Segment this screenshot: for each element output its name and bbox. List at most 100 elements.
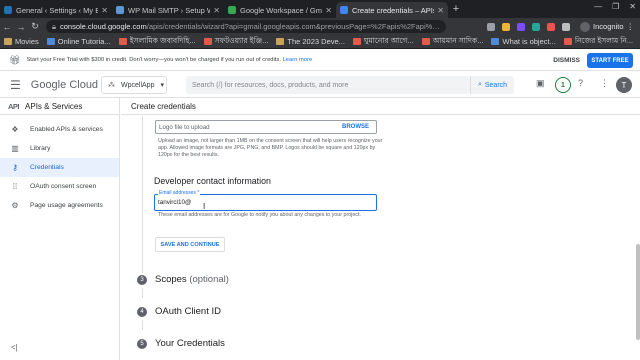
page-title: Create credentials (121, 98, 640, 115)
extension-icon[interactable] (562, 22, 570, 31)
search-input[interactable]: Search (/) for resources, docs, products… (186, 76, 470, 94)
step-connector (142, 116, 143, 273)
gift-icon: 🎁︎ (9, 54, 21, 65)
start-free-button[interactable]: START FREE (587, 53, 633, 68)
email-field[interactable]: Email addresses * tanvircl10@ (154, 190, 377, 211)
bookmark-item[interactable]: ইসলামিক জবাবদিহি... (118, 36, 196, 48)
browser-tab[interactable]: Google Workspace / Gma… ✕ (224, 2, 336, 18)
address-bar: ← → ↻ 🔒︎ console.cloud.google.com /apis/… (0, 18, 640, 35)
extension-icon[interactable] (547, 22, 555, 31)
bookmark-item[interactable]: নিজের ইসলাম নি... (563, 36, 633, 48)
diamond-icon: ❖ (11, 125, 19, 134)
browser-tab-active[interactable]: Create credentials – APIs… ✕ (336, 2, 448, 18)
extension-icon[interactable] (517, 22, 525, 31)
sidebar-item-oauth-consent[interactable]: ⁞⁞ OAuth consent screen (0, 177, 119, 196)
learn-more-link[interactable]: Learn more (283, 57, 313, 63)
free-trial-banner: 🎁︎ Start your Free Trial with $300 in cr… (0, 50, 640, 71)
browse-button[interactable]: BROWSE (342, 124, 369, 130)
cloud-shell-icon[interactable]: ▣ (536, 78, 545, 89)
section-title: Developer contact information (154, 176, 271, 186)
sidebar-item-library[interactable]: ▥ Library (0, 139, 119, 158)
step-number: 3 (137, 274, 147, 285)
search-icon: ⌕ (477, 81, 482, 88)
search-button[interactable]: ⌕ Search (470, 76, 514, 94)
bookmark-item[interactable]: Movies (4, 37, 39, 46)
scrollbar[interactable] (636, 244, 640, 340)
sidebar-title: APIs & Services (25, 101, 83, 111)
bookmark-item[interactable]: Online Tutoria... (46, 37, 111, 46)
more-icon[interactable]: ⋮ (627, 22, 635, 31)
avatar[interactable]: T (616, 77, 632, 93)
extension-icon[interactable] (487, 22, 495, 31)
settings-icon: ⚙ (11, 201, 19, 210)
project-selector[interactable]: ⁂ WpcellApp ▾ (101, 76, 167, 94)
sidebar-item-credentials[interactable]: ⚷ Credentials (0, 158, 119, 177)
extension-icon[interactable] (532, 22, 540, 31)
consent-icon: ⁞⁞ (12, 182, 18, 191)
youtube-icon (563, 38, 572, 45)
step-connector (142, 288, 143, 298)
bookmark-icon (276, 38, 285, 45)
close-tab-icon[interactable]: ✕ (101, 6, 108, 15)
key-icon: ⚷ (12, 163, 18, 172)
step-oauth-client-id[interactable]: 4 OAuth Client ID (137, 306, 221, 317)
browser-tab[interactable]: General ‹ Settings ‹ My Bl… ✕ (0, 2, 112, 18)
bookmark-item[interactable]: What is object... (491, 37, 556, 46)
url-path: /apis/credentials/wizard?api=gmail.googl… (146, 22, 440, 31)
sidebar-item-enabled-apis[interactable]: ❖ Enabled APIs & services (0, 120, 119, 139)
banner-text: Start your Free Trial with $300 in credi… (26, 57, 313, 63)
lock-icon: 🔒︎ (52, 21, 56, 31)
chevron-down-icon: ▾ (160, 82, 164, 89)
browser-tab[interactable]: WP Mail SMTP › Setup Wi… ✕ (112, 2, 224, 18)
step-scopes[interactable]: 3 Scopes (optional) (137, 274, 229, 285)
collapse-sidebar-icon[interactable]: <| (11, 343, 18, 352)
email-help-text: These email addresses are for Google to … (158, 212, 361, 218)
project-icon: ⁂ (108, 82, 115, 89)
google-cloud-logo[interactable]: Google Cloud (31, 79, 98, 91)
close-tab-icon[interactable]: ✕ (213, 6, 220, 15)
close-window-icon[interactable]: ✕ (629, 2, 636, 11)
email-field-label: Email addresses * (158, 190, 201, 196)
wordpress-favicon-icon (4, 6, 12, 14)
url-input[interactable]: 🔒︎ console.cloud.google.com /apis/creden… (46, 20, 446, 33)
sidebar: API APIs & Services ❖ Enabled APIs & ser… (0, 98, 120, 360)
bookmark-item[interactable]: The 2023 Deve... (276, 37, 345, 46)
help-icon[interactable]: ? (578, 78, 583, 88)
incognito-indicator[interactable]: Incognito ⋮ (580, 21, 635, 32)
folder-icon (4, 38, 12, 45)
smtp-favicon-icon (116, 6, 124, 14)
bookmarks-bar: Movies Online Tutoria... ইসলামিক জবাবদিহ… (0, 35, 640, 49)
extension-icon[interactable] (502, 22, 510, 31)
logo-help-text: Upload an image, not larger than 1MB on … (158, 138, 383, 158)
sidebar-item-page-usage[interactable]: ⚙ Page usage agreements (0, 196, 119, 215)
more-options-icon[interactable]: ⋮ (600, 78, 609, 89)
step-connector (142, 320, 143, 330)
close-tab-icon[interactable]: ✕ (325, 6, 332, 15)
youtube-icon (421, 38, 430, 45)
dismiss-button[interactable]: DISMISS (553, 57, 580, 64)
console-header: ☰ Google Cloud ⁂ WpcellApp ▾ Search (/) … (0, 72, 640, 98)
forward-icon[interactable]: → (14, 22, 28, 32)
new-tab-button[interactable]: + (448, 3, 464, 15)
notifications-badge[interactable]: 1 (555, 77, 571, 93)
back-icon[interactable]: ← (0, 22, 14, 32)
incognito-icon (580, 21, 591, 32)
minimize-icon[interactable]: — (594, 2, 602, 11)
bookmark-item[interactable]: ঘুমানোর আগে... (352, 36, 414, 48)
bookmark-item[interactable]: সফটওয়্যার ইঞ্জি... (203, 36, 268, 48)
close-tab-icon[interactable]: ✕ (437, 6, 444, 15)
logo-upload-field[interactable]: Logo file to upload BROWSE (155, 120, 377, 134)
step-your-credentials[interactable]: 5 Your Credentials (137, 338, 225, 349)
bookmark-item[interactable]: আয়মান সাদিক... (421, 36, 483, 48)
extension-icons (487, 22, 570, 31)
window-controls: — ❐ ✕ (594, 2, 636, 11)
maximize-icon[interactable]: ❐ (612, 2, 619, 11)
url-host: console.cloud.google.com (60, 22, 147, 31)
reload-icon[interactable]: ↻ (28, 21, 42, 32)
menu-icon[interactable]: ☰ (10, 78, 21, 92)
step-number: 5 (137, 338, 147, 349)
step-number: 4 (137, 306, 147, 317)
email-field-value[interactable]: tanvircl10@ (158, 199, 191, 206)
save-and-continue-button[interactable]: SAVE AND CONTINUE (155, 237, 225, 252)
bookmark-icon (46, 38, 55, 45)
